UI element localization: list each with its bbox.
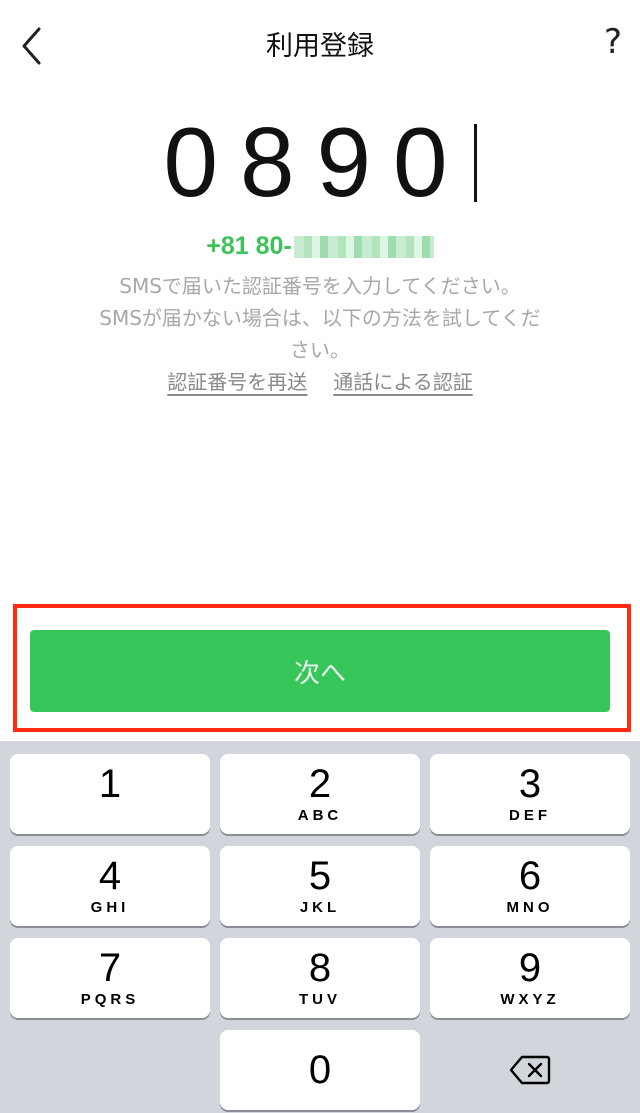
key-digit: 0 xyxy=(308,1048,332,1092)
phone-number-redacted xyxy=(293,236,434,259)
key-digit: 3 xyxy=(518,762,542,806)
key-9[interactable]: 9 WXYZ xyxy=(430,938,630,1018)
key-letters: DEF xyxy=(509,807,551,824)
help-button[interactable]: ? xyxy=(604,22,622,62)
instruction-line-1: SMSで届いた認証番号を入力してください。 xyxy=(119,274,521,298)
next-button[interactable]: 次へ xyxy=(30,630,610,712)
key-digit: 9 xyxy=(518,946,542,990)
key-7[interactable]: 7 PQRS xyxy=(10,938,210,1018)
key-digit: 2 xyxy=(308,762,332,806)
key-digit: 4 xyxy=(98,854,122,898)
key-letters: TUV xyxy=(299,991,341,1008)
backspace-key[interactable] xyxy=(430,1030,630,1110)
key-3[interactable]: 3 DEF xyxy=(430,754,630,834)
navigation-bar: 利用登録 ? xyxy=(0,0,640,90)
key-letters: JKL xyxy=(299,899,341,916)
resend-code-link[interactable]: 認証番号を再送 xyxy=(167,366,307,395)
key-digit: 1 xyxy=(98,762,122,806)
key-0[interactable]: 0 xyxy=(220,1030,420,1110)
instruction-text: SMSで届いた認証番号を入力してください。 SMSが届かない場合は、以下の方法を… xyxy=(90,270,550,366)
key-6[interactable]: 6 MNO xyxy=(430,846,630,926)
key-1[interactable]: 1 xyxy=(10,754,210,834)
key-letters: ABC xyxy=(297,807,343,824)
key-letters: MNO xyxy=(506,899,554,916)
verification-code-display[interactable]: 0890 xyxy=(0,112,640,212)
key-8[interactable]: 8 TUV xyxy=(220,938,420,1018)
verification-code-value: 0890 xyxy=(163,107,470,217)
key-2[interactable]: 2 ABC xyxy=(220,754,420,834)
key-5[interactable]: 5 JKL xyxy=(220,846,420,926)
alternative-methods: 認証番号を再送 通話による認証 xyxy=(0,366,640,395)
key-letters: WXYZ xyxy=(500,991,560,1008)
page-title: 利用登録 xyxy=(266,31,374,62)
key-digit: 6 xyxy=(518,854,542,898)
key-digit: 5 xyxy=(308,854,332,898)
key-4[interactable]: 4 GHI xyxy=(10,846,210,926)
key-digit: 8 xyxy=(308,946,332,990)
key-digit: 7 xyxy=(98,946,122,990)
phone-number-prefix: +81 80- xyxy=(206,232,292,260)
phone-number: +81 80- xyxy=(0,232,640,261)
key-letters: GHI xyxy=(90,899,130,916)
text-caret xyxy=(473,124,477,202)
backspace-icon xyxy=(509,1055,551,1085)
instruction-line-2: SMSが届かない場合は、以下の方法を試してください。 xyxy=(99,306,541,362)
call-verification-link[interactable]: 通話による認証 xyxy=(333,366,472,395)
key-letters: PQRS xyxy=(80,991,140,1008)
